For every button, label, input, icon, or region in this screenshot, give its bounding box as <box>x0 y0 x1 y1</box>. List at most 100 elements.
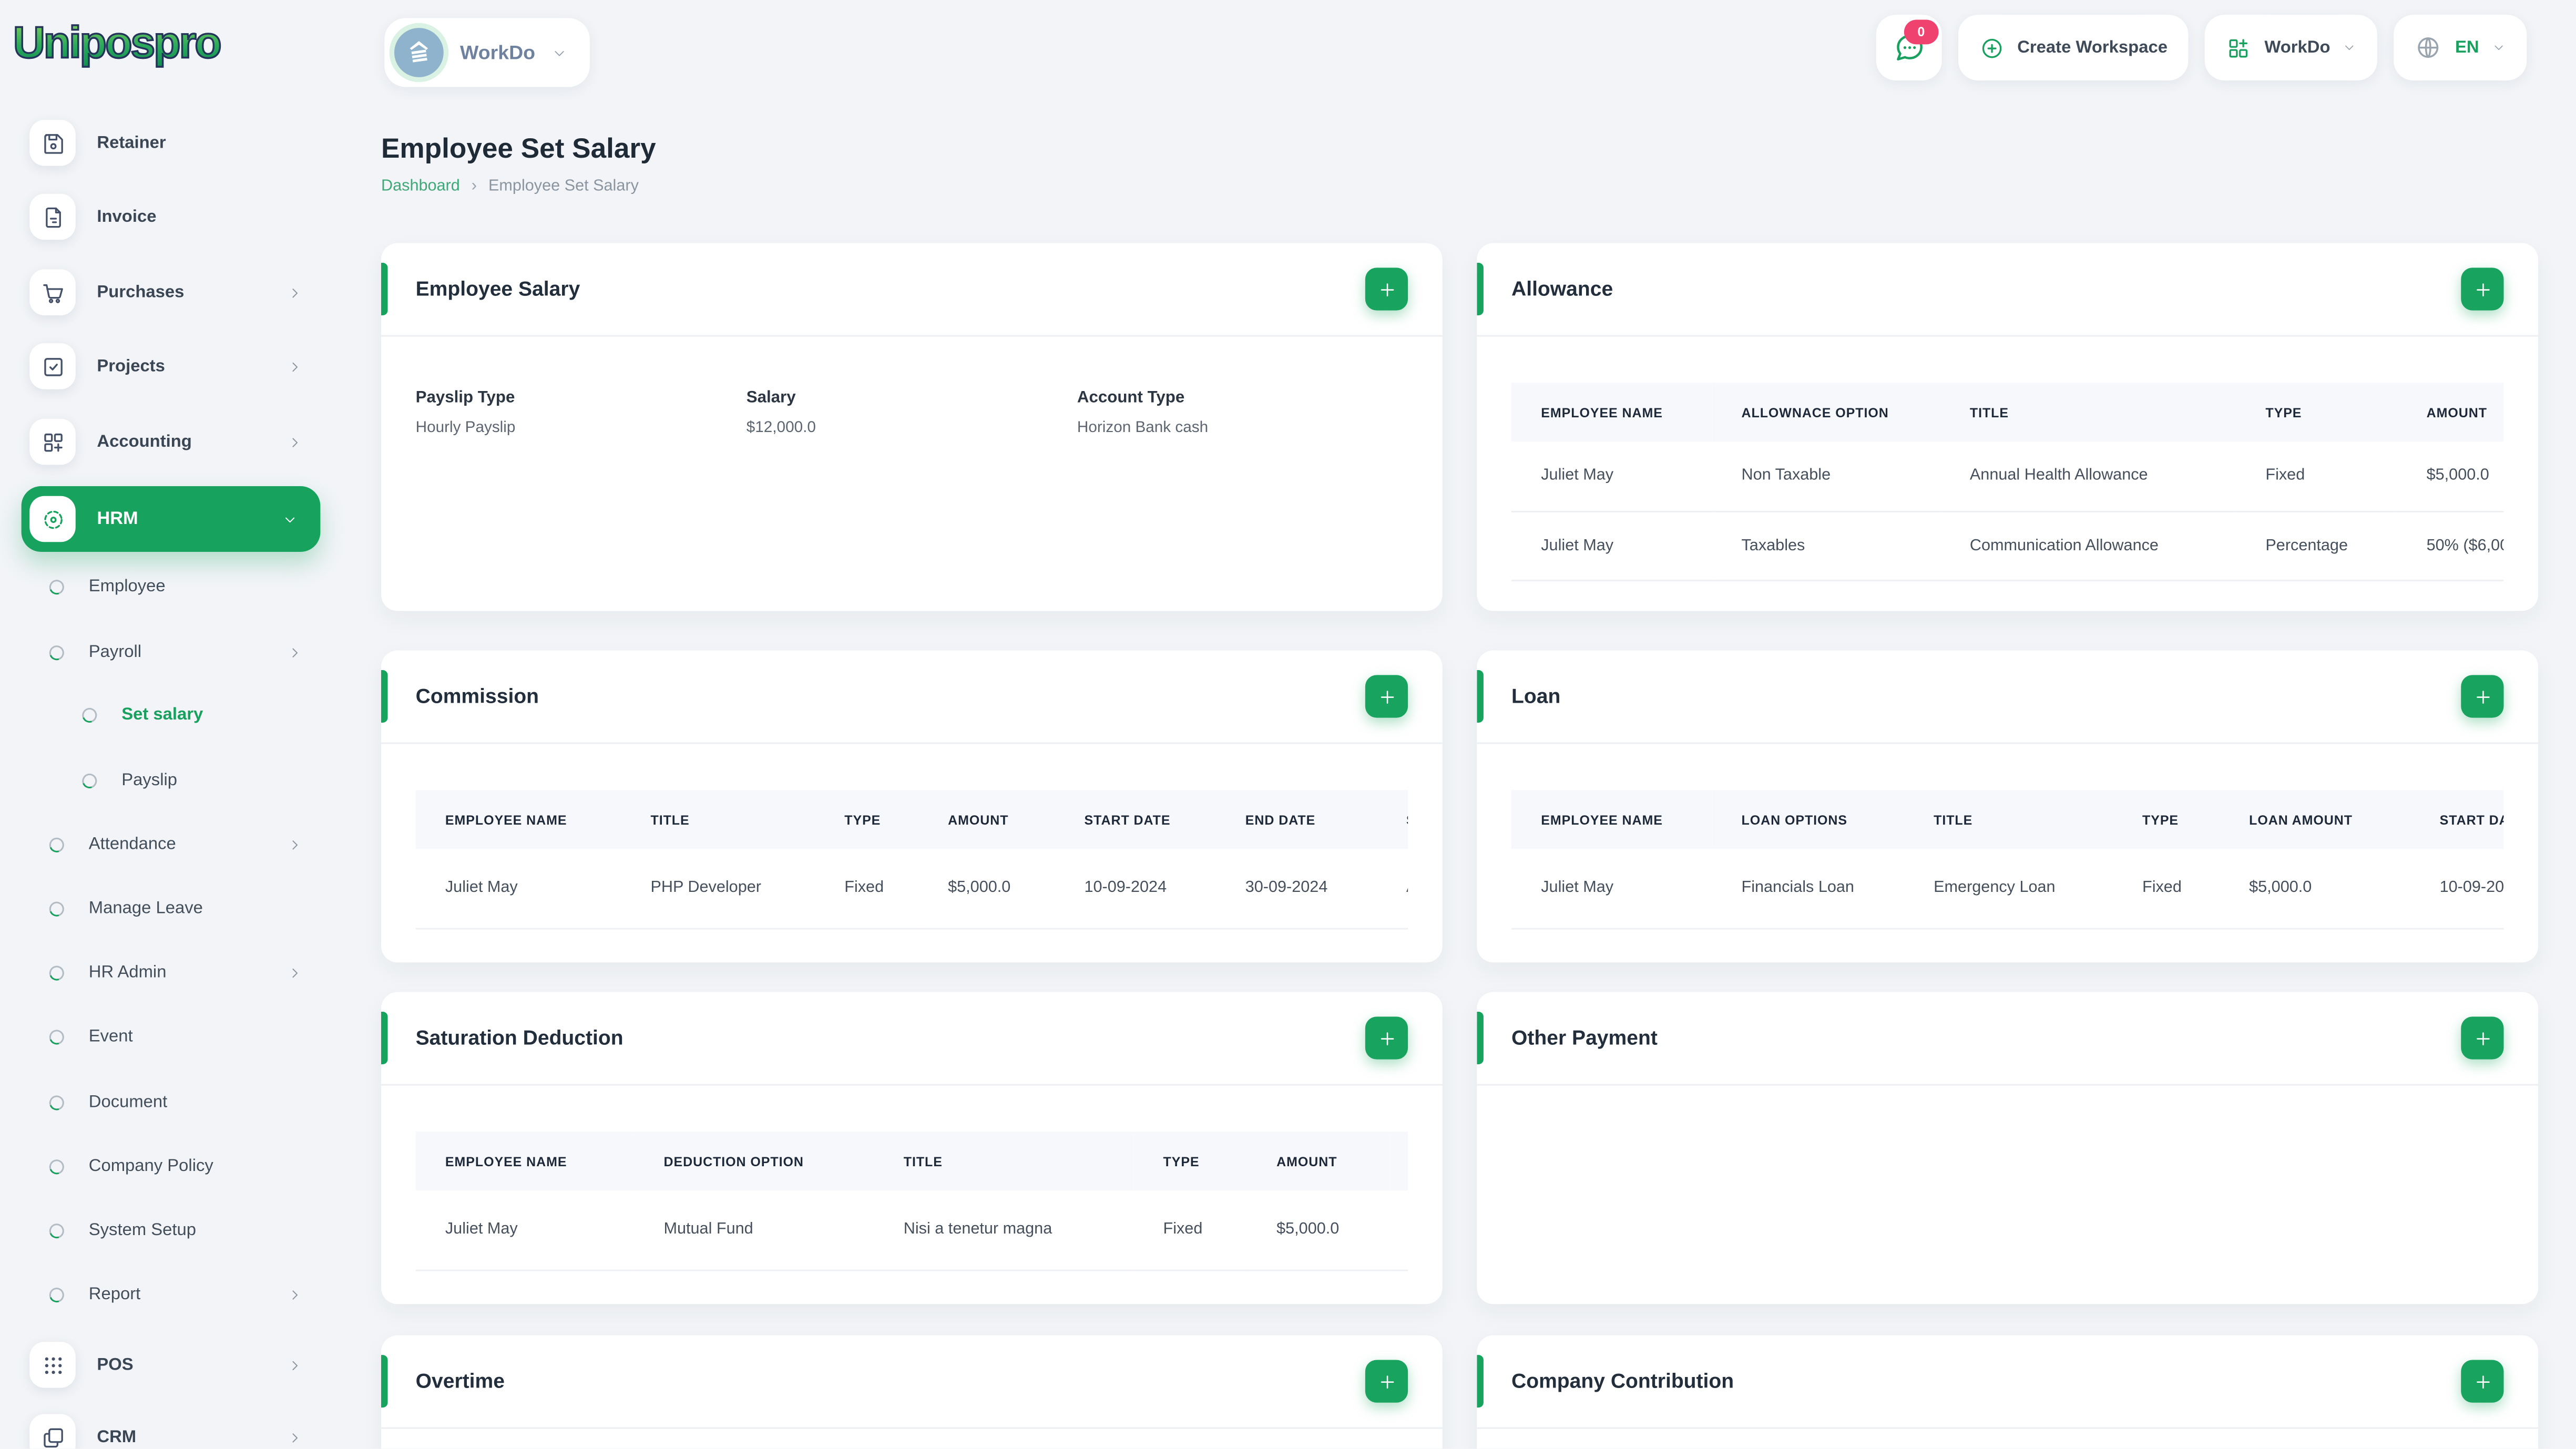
table-cell: Nisi a tenetur magna <box>903 1220 1052 1239</box>
workdo-menu-label: WorkDo <box>2264 37 2330 58</box>
sidebar-item-payroll[interactable]: Payroll <box>13 629 322 675</box>
breadcrumb: Dashboard › Employee Set Salary <box>381 178 639 196</box>
sidebar-item-label: HR Admin <box>88 962 167 982</box>
add-saturation-deduction-button[interactable] <box>1365 1016 1408 1060</box>
breadcrumb-dashboard-link[interactable]: Dashboard <box>381 178 460 196</box>
sidebar-item-accounting[interactable]: Accounting <box>13 409 322 475</box>
sidebar-item-projects[interactable]: Projects <box>13 333 322 399</box>
sidebar-item-hr-admin[interactable]: HR Admin <box>13 949 322 995</box>
plus-icon <box>1376 1371 1397 1392</box>
sidebar-item-event[interactable]: Event <box>13 1013 322 1060</box>
sidebar-item-label: Invoice <box>97 207 157 227</box>
sidebar-item-purchases[interactable]: Purchases <box>13 260 322 325</box>
sidebar-item-attendance[interactable]: Attendance <box>13 821 322 868</box>
sidebar-item-label: Set salary <box>121 704 203 725</box>
messages-count-badge: 0 <box>1904 19 1939 45</box>
sidebar-item-label: HRM <box>97 509 138 529</box>
messages-button[interactable]: 0 <box>1876 15 1942 81</box>
table-cell: 10-09-2024 <box>1084 879 1167 898</box>
sidebar-item-label: CRM <box>97 1427 137 1447</box>
plus-icon <box>1376 279 1397 300</box>
chevron-right-icon <box>288 435 302 449</box>
sidebar-item-retainer[interactable]: Retainer <box>13 110 322 176</box>
sidebar-item-employee[interactable]: Employee <box>13 563 322 610</box>
column-header: ALLOWNACE OPTION <box>1741 405 1889 420</box>
column-header: TYPE <box>844 812 881 827</box>
column-header: AMOUNT <box>2426 405 2487 420</box>
bullet-ring-icon <box>47 962 67 982</box>
table-cell: Juliet May <box>445 1220 518 1239</box>
table-row: Juliet May PHP Developer Fixed $5,000.0 10-0… <box>415 849 1408 928</box>
table-cell: 50% ($6,000.0) <box>2426 536 2504 554</box>
invoice-icon <box>40 204 65 229</box>
add-employee-salary-button[interactable] <box>1365 268 1408 311</box>
sidebar-item-label: POS <box>97 1355 134 1375</box>
table-cell: Fixed <box>2265 467 2305 485</box>
salary-field: Account Type Horizon Bank cash <box>1077 389 1408 437</box>
plus-icon <box>2472 1027 2493 1049</box>
sidebar-item-invoice[interactable]: Invoice <box>13 184 322 250</box>
crm-icon <box>40 1425 65 1448</box>
table-cell: 30-09-2024 <box>1245 879 1328 898</box>
create-workspace-button[interactable]: Create Workspace <box>1958 15 2189 81</box>
sidebar-item-manage-leave[interactable]: Manage Leave <box>13 885 322 931</box>
sidebar-item-payslip[interactable]: Payslip <box>13 757 322 804</box>
add-other-payment-button[interactable] <box>2461 1016 2504 1060</box>
saturation-deduction-card: Saturation Deduction EMPLOYEE NAME DEDUCT… <box>381 992 1443 1304</box>
chevron-down-icon <box>2344 41 2357 54</box>
sidebar-item-pos[interactable]: POS <box>13 1332 322 1397</box>
other-payment-card: Other Payment <box>1477 992 2539 1304</box>
column-header: LOAN AMOUNT <box>2249 812 2353 827</box>
workspace-chip[interactable]: WorkDo <box>384 18 590 87</box>
plus-icon <box>1376 686 1397 707</box>
commission-card: Commission EMPLOYEE NAME TITLE TYPE AMOUNT S… <box>381 650 1443 963</box>
workdo-menu-button[interactable]: WorkDo <box>2205 15 2378 81</box>
circle-plus-icon <box>1979 35 2004 60</box>
card-title: Company Contribution <box>1511 1370 1734 1393</box>
sidebar-item-crm[interactable]: CRM <box>13 1404 322 1449</box>
sidebar-item-system-setup[interactable]: System Setup <box>13 1207 322 1253</box>
field-value: Horizon Bank cash <box>1077 418 1209 437</box>
employee-salary-card: Employee Salary Payslip Type Hourly Paysl… <box>381 243 1443 611</box>
sidebar-item-label: Manage Leave <box>88 898 203 918</box>
column-header: EMPLOYEE NAME <box>445 1154 567 1169</box>
add-allowance-button[interactable] <box>2461 268 2504 311</box>
sidebar-item-company-policy[interactable]: Company Policy <box>13 1143 322 1189</box>
add-commission-button[interactable] <box>1365 675 1408 718</box>
card-title: Overtime <box>415 1370 505 1393</box>
sidebar-item-set-salary[interactable]: Set salary <box>13 692 322 738</box>
field-value: $12,000.0 <box>746 418 816 437</box>
allowance-card: Allowance EMPLOYEE NAME ALLOWNACE OPTION T… <box>1477 243 2539 611</box>
add-loan-button[interactable] <box>2461 675 2504 718</box>
sidebar-item-document[interactable]: Document <box>13 1079 322 1125</box>
salary-field: Payslip Type Hourly Payslip <box>416 389 747 437</box>
table-cell: Juliet May <box>1541 467 1614 485</box>
bullet-ring-icon <box>79 770 100 790</box>
table-cell: Non Taxable <box>1741 467 1831 485</box>
chevron-right-icon <box>288 359 302 374</box>
language-button[interactable]: EN <box>2394 15 2527 81</box>
column-header: LOAN OPTIONS <box>1741 812 1848 827</box>
overtime-card: Overtime <box>381 1335 1443 1449</box>
sidebar-item-hrm[interactable]: HRM <box>21 486 321 552</box>
sidebar-item-label: Company Policy <box>88 1156 213 1176</box>
table-cell: Fixed <box>2142 879 2182 898</box>
sidebar-item-label: Attendance <box>88 834 176 855</box>
navbar-actions: 0 Create Workspace WorkDo EN <box>1876 15 2527 81</box>
target-icon <box>40 507 65 531</box>
table-cell: Emergency Loan <box>1934 879 2056 898</box>
table-cell: $5,000.0 <box>2249 879 2312 898</box>
card-title: Employee Salary <box>415 278 580 301</box>
table-cell: $5,000.0 <box>948 879 1011 898</box>
sidebar-item-label: Employee <box>88 576 166 597</box>
save-icon <box>40 130 65 155</box>
chevron-right-icon <box>288 1430 302 1444</box>
column-header: AMOUNT <box>1276 1154 1337 1169</box>
sidebar-item-report[interactable]: Report <box>13 1271 322 1318</box>
column-header: EMPLOYEE NAME <box>1541 405 1663 420</box>
chevron-down-icon <box>283 511 298 526</box>
create-workspace-label: Create Workspace <box>2017 37 2168 58</box>
table-row: Juliet May Taxables Communication Allowanc… <box>1511 511 2504 580</box>
add-company-contribution-button[interactable] <box>2461 1360 2504 1403</box>
add-overtime-button[interactable] <box>1365 1360 1408 1403</box>
